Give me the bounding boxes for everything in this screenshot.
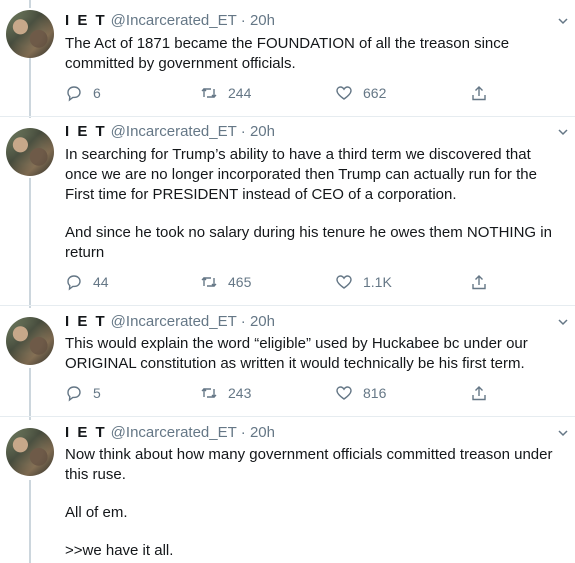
tweet-actions: 5 243 816 — [65, 383, 495, 403]
retweet-count: 244 — [228, 85, 252, 101]
tweet[interactable]: I E T @Incarcerated_ET · 20h In searching … — [0, 117, 575, 305]
share-icon — [472, 86, 486, 101]
tweet-paragraph: All of em. — [65, 504, 128, 521]
reply-icon — [67, 275, 81, 291]
reply-icon — [67, 386, 81, 402]
tweet-actions: 44 465 1.1K — [65, 272, 495, 292]
like-count: 662 — [363, 85, 387, 101]
chevron-down-icon[interactable] — [557, 15, 569, 27]
tweet-paragraph: Now think about how many government offi… — [65, 446, 553, 483]
tweet-header: I E T @Incarcerated_ET · 20h — [65, 11, 275, 31]
retweet-count: 465 — [228, 274, 252, 290]
tweet-text: This would explain the word “eligible” u… — [65, 334, 565, 374]
avatar[interactable] — [6, 428, 54, 476]
chevron-down-icon[interactable] — [557, 126, 569, 138]
handle[interactable]: @Incarcerated_ET — [111, 123, 237, 140]
timestamp[interactable]: · 20h — [241, 424, 275, 441]
tweet[interactable]: I E T @Incarcerated_ET · 20h The Act of 18… — [0, 0, 575, 116]
retweet-count: 243 — [228, 385, 252, 401]
reply-count: 44 — [93, 274, 109, 290]
chevron-down-icon[interactable] — [557, 427, 569, 439]
display-name[interactable]: I E T — [65, 313, 107, 330]
timestamp[interactable]: · 20h — [241, 123, 275, 140]
display-name[interactable]: I E T — [65, 123, 107, 140]
retweet-button[interactable]: 244 — [200, 83, 251, 103]
reply-button[interactable]: 5 — [65, 383, 101, 403]
like-count: 1.1K — [363, 274, 392, 290]
like-button[interactable]: 816 — [335, 383, 386, 403]
reply-button[interactable]: 6 — [65, 83, 101, 103]
tweet-paragraph: In searching for Trump’s ability to have… — [65, 146, 537, 203]
retweet-icon — [201, 388, 217, 398]
reply-icon — [67, 86, 81, 102]
tweet-actions: 6 244 662 — [65, 83, 495, 103]
reply-count: 5 — [93, 385, 101, 401]
like-count: 816 — [363, 385, 387, 401]
heart-icon — [336, 86, 352, 100]
tweet-header: I E T @Incarcerated_ET · 20h — [65, 122, 275, 142]
reply-button[interactable]: 44 — [65, 272, 109, 292]
tweet-paragraph: The Act of 1871 became the FOUNDATION of… — [65, 35, 510, 72]
share-button[interactable] — [470, 383, 498, 403]
tweet-text: Now think about how many government offi… — [65, 445, 565, 561]
share-button[interactable] — [470, 272, 498, 292]
tweet-paragraph: And since he took no salary during his t… — [65, 224, 552, 261]
avatar[interactable] — [6, 317, 54, 365]
retweet-button[interactable]: 465 — [200, 272, 251, 292]
tweet[interactable]: I E T @Incarcerated_ET · 20h Now think abo… — [0, 417, 575, 563]
chevron-down-icon[interactable] — [557, 316, 569, 328]
share-button[interactable] — [470, 83, 498, 103]
like-button[interactable]: 1.1K — [335, 272, 392, 292]
reply-count: 6 — [93, 85, 101, 101]
display-name[interactable]: I E T — [65, 12, 107, 29]
handle[interactable]: @Incarcerated_ET — [111, 424, 237, 441]
tweet-paragraph: This would explain the word “eligible” u… — [65, 335, 528, 372]
tweet-thread: I E T @Incarcerated_ET · 20h The Act of 18… — [0, 0, 575, 563]
retweet-icon — [201, 277, 217, 287]
tweet-text: The Act of 1871 became the FOUNDATION of… — [65, 34, 565, 74]
timestamp[interactable]: · 20h — [241, 12, 275, 29]
display-name[interactable]: I E T — [65, 424, 107, 441]
timestamp[interactable]: · 20h — [241, 313, 275, 330]
tweet-header: I E T @Incarcerated_ET · 20h — [65, 423, 275, 443]
heart-icon — [336, 386, 352, 400]
share-icon — [472, 386, 486, 401]
like-button[interactable]: 662 — [335, 83, 386, 103]
handle[interactable]: @Incarcerated_ET — [111, 12, 237, 29]
retweet-button[interactable]: 243 — [200, 383, 251, 403]
avatar[interactable] — [6, 128, 54, 176]
handle[interactable]: @Incarcerated_ET — [111, 313, 237, 330]
tweet-text: In searching for Trump’s ability to have… — [65, 145, 565, 263]
tweet-paragraph: >>we have it all. — [65, 542, 174, 559]
tweet[interactable]: I E T @Incarcerated_ET · 20h This would ex… — [0, 306, 575, 416]
retweet-icon — [201, 88, 217, 98]
avatar[interactable] — [6, 10, 54, 58]
share-icon — [472, 275, 486, 290]
tweet-header: I E T @Incarcerated_ET · 20h — [65, 312, 275, 332]
heart-icon — [336, 275, 352, 289]
